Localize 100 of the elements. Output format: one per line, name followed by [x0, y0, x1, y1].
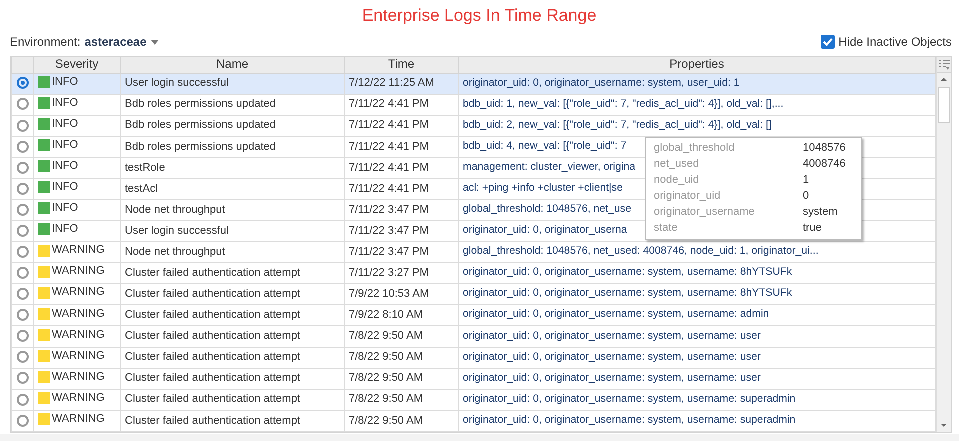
environment-dropdown[interactable]: asteraceae [84, 33, 159, 51]
severity-text: WARNING [52, 370, 105, 385]
table-cell: 7/11/22 3:47 PM [344, 242, 458, 263]
table-cell: Cluster failed authentication attempt [120, 284, 344, 305]
severity-text: INFO [52, 74, 78, 90]
tooltip-value: 4008746 [803, 157, 847, 172]
severity-text: WARNING [52, 412, 105, 427]
table-cell: User login successful [120, 73, 344, 94]
radio-button[interactable] [16, 372, 28, 384]
table-cell: Cluster failed authentication attempt [120, 368, 344, 390]
table-cell: Cluster failed authentication attempt [120, 389, 344, 410]
tooltip-value: system [803, 205, 839, 220]
table-cell: User login successful [120, 220, 344, 242]
column-header[interactable]: Properties [458, 57, 936, 73]
table-cell: Cluster failed authentication attempt [120, 410, 344, 432]
severity-text: INFO [52, 138, 78, 153]
radio-button[interactable] [16, 288, 28, 300]
severity-text: WARNING [52, 390, 105, 406]
table-cell: Bdb roles permissions updated [120, 115, 344, 136]
table-cell: 7/9/22 10:53 AM [344, 284, 458, 305]
table-cell: 7/11/22 4:41 PM [344, 157, 458, 178]
table-cell: Cluster failed authentication attempt [120, 262, 344, 284]
table-cell: originator_uid: 0, originator_username: system, username: superadmin [458, 389, 936, 410]
table-cell: 7/11/22 4:41 PM [344, 115, 458, 136]
checkbox-label: Hide Inactive Objects [838, 34, 952, 51]
table-cell: 7/11/22 4:41 PM [344, 178, 458, 200]
severity-text: WARNING [52, 243, 105, 258]
table-cell: 7/11/22 3:47 PM [344, 220, 458, 242]
radio-button[interactable] [16, 140, 28, 153]
table-cell: testAcl [120, 178, 344, 200]
table-cell: Cluster failed authentication attempt [120, 326, 344, 348]
table-cell: 7/11/22 3:47 PM [344, 199, 458, 221]
radio-button[interactable] [16, 246, 28, 258]
severity-text: INFO [52, 180, 78, 196]
radio-button[interactable] [16, 162, 28, 174]
table-cell: bdb_uid: 2, new_val: [{"role_uid": 7, "redis_acl_uid": 4}], old_val: [] [458, 115, 936, 136]
table-cell: 7/11/22 4:41 PM [344, 136, 458, 158]
radio-button[interactable] [16, 309, 28, 322]
table-cell: Node net throughput [120, 199, 344, 221]
radio-button[interactable] [16, 330, 28, 342]
table-cell: originator_uid: 0, originator_username: system, username: user [458, 368, 936, 390]
table-cell: 7/8/22 9:50 AM [344, 347, 458, 368]
severity-text: WARNING [52, 264, 105, 280]
radio-button[interactable] [16, 182, 28, 195]
table-cell: originator_uid: 0, originator_username: system, user_uid: 1 [458, 73, 936, 94]
table-cell: global_threshold: 1048576, net_used: 4008746, node_uid: 1, originator_ui... [458, 242, 936, 263]
table-cell: Cluster failed authentication attempt [120, 347, 344, 368]
tooltip-value: 1048576 [803, 141, 847, 156]
table-cell: 7/11/22 4:41 PM [344, 94, 458, 116]
column-header[interactable]: Name [120, 57, 344, 73]
radio-button[interactable] [16, 120, 28, 132]
severity-text: WARNING [52, 306, 105, 322]
severity-text: WARNING [52, 285, 105, 300]
table-cell: originator_uid: 0, originator_username: system, username: admin [458, 304, 936, 326]
table-cell: 7/8/22 9:50 AM [344, 326, 458, 348]
severity-text: WARNING [52, 348, 105, 364]
table-cell: 7/8/22 9:50 AM [344, 389, 458, 410]
radio-button[interactable] [16, 98, 28, 110]
column-header[interactable]: Time [344, 57, 458, 73]
radio-button[interactable] [16, 204, 28, 216]
caret-icon[interactable] [150, 40, 159, 44]
table-cell: originator_uid: 0, originator_username: system, username: user [458, 347, 936, 368]
table-cell: 7/11/22 3:27 PM [344, 262, 458, 284]
tooltip-key: originator_username [654, 204, 755, 220]
table-cell: Cluster failed authentication attempt [120, 304, 344, 326]
radio-button[interactable] [16, 351, 28, 364]
tooltip-key: net_used [654, 156, 700, 172]
scroll-thumb[interactable] [938, 87, 950, 123]
table-cell: bdb_uid: 1, new_val: [{"role_uid": 7, "redis_acl_uid": 4}], old_val: [],... [458, 94, 936, 116]
checkbox[interactable] [820, 35, 835, 49]
environment-label: Environment: [10, 34, 81, 51]
tooltip-value: true [803, 221, 823, 236]
severity-text: INFO [52, 222, 78, 238]
table-cell: Node net throughput [120, 242, 344, 263]
severity-text: WARNING [52, 328, 105, 343]
page-title: Enterprise Logs In Time Range [361, 5, 598, 27]
table-cell: testRole [120, 157, 344, 178]
column-header[interactable]: Severity [34, 57, 120, 73]
table-cell: 7/8/22 9:50 AM [344, 410, 458, 432]
tooltip-key: state [654, 220, 678, 236]
table-cell: Bdb roles permissions updated [120, 136, 344, 158]
radio-button[interactable] [16, 224, 28, 237]
radio-button[interactable] [16, 77, 28, 90]
radio-button[interactable] [16, 267, 28, 280]
table-cell: 7/9/22 8:10 AM [344, 304, 458, 326]
severity-text: INFO [52, 158, 78, 174]
table-cell: originator_uid: 0, originator_username: system, username: user [458, 326, 936, 348]
table-cell: originator_uid: 0, originator_username: system, username: 8hYTSUFk [458, 284, 936, 305]
radio-button[interactable] [16, 414, 28, 427]
severity-text: INFO [52, 116, 78, 132]
table-cell: originator_uid: 0, originator_username: system, username: 8hYTSUFk [458, 262, 936, 284]
severity-text: INFO [52, 201, 78, 216]
column-chooser-icon[interactable] [937, 57, 951, 73]
table-cell: originator_uid: 0, originator_username: system, username: superadmin [458, 410, 936, 432]
table-cell: Bdb roles permissions updated [120, 94, 344, 116]
radio-button[interactable] [16, 394, 28, 406]
tooltip-key: global_threshold [654, 140, 735, 156]
table-cell: 7/8/22 9:50 AM [344, 368, 458, 390]
table-cell: 7/12/22 11:25 AM [344, 73, 458, 94]
severity-text: INFO [52, 96, 78, 111]
